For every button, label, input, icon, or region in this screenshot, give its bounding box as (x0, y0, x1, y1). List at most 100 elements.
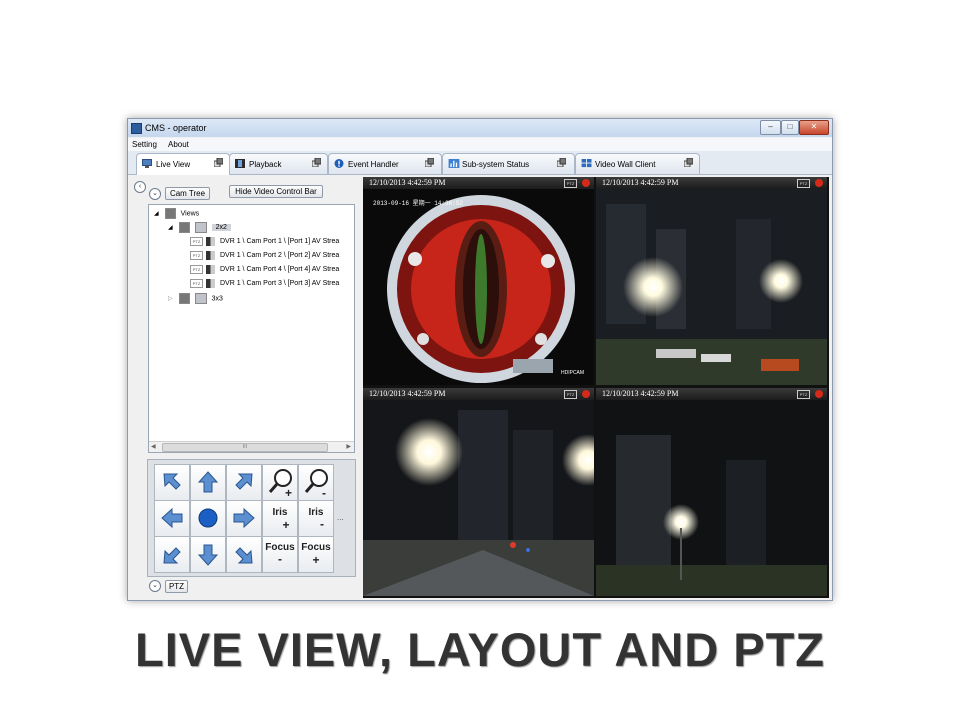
horizontal-scrollbar[interactable]: ◀ III ▶ (149, 441, 354, 452)
scroll-left-icon[interactable]: ◀ (151, 442, 156, 452)
iris-label: Iris (272, 507, 288, 518)
plus-label: + (312, 553, 320, 567)
close-button[interactable]: ✕ (799, 120, 829, 135)
bar-chart-icon (448, 159, 460, 168)
arrow-right-icon (233, 507, 255, 529)
view-icon (178, 293, 190, 304)
detach-icon[interactable] (557, 158, 566, 167)
cam-tree-button[interactable]: Cam Tree (165, 187, 210, 200)
video-timestamp: 12/10/2013 4:42:59 PM (602, 178, 679, 187)
tab-label: Video Wall Client (595, 160, 656, 169)
tab-playback[interactable]: Playback (229, 153, 328, 174)
detach-icon[interactable] (312, 158, 321, 167)
tab-subsystem-status[interactable]: Sub-system Status (442, 153, 575, 174)
pan-up-right-button[interactable] (226, 464, 262, 501)
minimize-button[interactable]: – (760, 120, 781, 135)
power-icon[interactable] (582, 179, 590, 187)
tree-label: DVR 1 \ Cam Port 1 \ [Port 1] AV Strea (220, 238, 340, 245)
arrow-up-right-icon (235, 473, 253, 490)
video-cell-header: 12/10/2013 4:42:59 PM PTZ (596, 177, 827, 189)
focus-near-button[interactable]: Focus - (262, 536, 298, 573)
scroll-right-icon[interactable]: ▶ (346, 442, 351, 452)
focus-far-button[interactable]: Focus + (298, 536, 334, 573)
expand-icon: ◢ (154, 211, 159, 218)
hide-video-control-bar-button[interactable]: Hide Video Control Bar (229, 185, 323, 198)
chevron-down-icon[interactable]: ⌄ (149, 188, 161, 200)
tree-camera-4[interactable]: PTZ DVR 1 \ Cam Port 4 \ [Port 4] AV Stre… (190, 264, 339, 276)
ptz-badge[interactable]: PTZ (797, 390, 810, 399)
ptz-section-button[interactable]: PTZ (165, 580, 188, 593)
fisheye-camera-feed (363, 189, 594, 385)
video-timestamp: 12/10/2013 4:42:59 PM (602, 389, 679, 398)
power-icon[interactable] (582, 390, 590, 398)
camera-osd-time: 2013-09-16 星期一 14:36:52 (373, 200, 464, 207)
video-cell-4[interactable]: 12/10/2013 4:42:59 PM PTZ (596, 388, 827, 596)
left-panel: ‹ ⌄ Cam Tree Hide Video Control Bar ◢ Vie… (128, 175, 362, 599)
home-dot-icon (198, 508, 218, 528)
iris-open-button[interactable]: Iris + (262, 500, 298, 537)
video-cell-header: 12/10/2013 4:42:59 PM PTZ (596, 388, 827, 400)
tab-video-wall-client[interactable]: Video Wall Client (575, 153, 700, 174)
ptz-badge[interactable]: PTZ (797, 179, 810, 188)
tree-camera-3[interactable]: PTZ DVR 1 \ Cam Port 3 \ [Port 3] AV Stre… (190, 278, 339, 290)
camera-icon (206, 278, 215, 288)
tab-live-view[interactable]: Live View (136, 153, 230, 175)
grid-2x2-icon (194, 222, 207, 233)
ptz-badge: PTZ (190, 236, 203, 246)
tilt-down-button[interactable] (190, 536, 226, 573)
cam-tree: ◢ Views ◢ 2x2 PTZ DVR 1 \ Cam Port 1 \ [Por… (148, 204, 355, 453)
expand-icon: ◢ (168, 225, 173, 232)
ptz-badge[interactable]: PTZ (564, 179, 577, 188)
arrow-left-icon (161, 507, 183, 529)
video-cell-header: 12/10/2013 4:42:59 PM PTZ (363, 177, 594, 189)
video-cell-2[interactable]: 12/10/2013 4:42:59 PM PTZ (596, 177, 827, 385)
video-cell-1[interactable]: 12/10/2013 4:42:59 PM PTZ 2013-09-16 星期一… (363, 177, 594, 385)
pan-up-left-button[interactable] (154, 464, 190, 501)
detach-icon[interactable] (684, 158, 693, 167)
ptz-home-button[interactable] (190, 500, 226, 537)
chevron-down-icon[interactable]: ⌄ (149, 580, 161, 592)
zoom-out-button[interactable]: - (298, 464, 334, 501)
pan-down-right-button[interactable] (226, 536, 262, 573)
expand-icon: ▷ (168, 296, 173, 303)
tree-camera-2[interactable]: PTZ DVR 1 \ Cam Port 2 \ [Port 2] AV Stre… (190, 250, 339, 262)
scroll-thumb[interactable]: III (162, 443, 328, 452)
detach-icon[interactable] (214, 158, 223, 167)
tree-node-3x3[interactable]: ▷ 3x3 (168, 293, 223, 305)
zoom-in-button[interactable]: + (262, 464, 298, 501)
svg-text:-: - (322, 486, 326, 500)
iris-close-button[interactable]: Iris - (298, 500, 334, 537)
power-icon[interactable] (815, 390, 823, 398)
menu-about[interactable]: About (168, 140, 189, 149)
tree-camera-1[interactable]: PTZ DVR 1 \ Cam Port 1 \ [Port 1] AV Stre… (190, 236, 339, 248)
power-icon[interactable] (815, 179, 823, 187)
video-wall-icon (581, 159, 592, 168)
tab-event-handler[interactable]: Event Handler (328, 153, 442, 174)
tab-label: Event Handler (348, 160, 399, 169)
detach-icon[interactable] (425, 158, 434, 167)
tilt-up-button[interactable] (190, 464, 226, 501)
arrow-up-left-icon (163, 473, 181, 490)
collapse-left-icon[interactable]: ‹ (134, 181, 146, 193)
ptz-badge: PTZ (190, 278, 203, 288)
cms-window: CMS - operator – □ ✕ Setting About Live … (127, 118, 833, 601)
zoom-in-icon: + (268, 469, 292, 500)
more-options-button[interactable]: ... (337, 513, 344, 522)
pan-left-button[interactable] (154, 500, 190, 537)
pan-down-left-button[interactable] (154, 536, 190, 573)
camera-osd-label: HDIPCAM (561, 370, 585, 376)
zoom-out-icon: - (304, 469, 328, 500)
ptz-badge[interactable]: PTZ (564, 390, 577, 399)
view-icon (178, 222, 190, 233)
video-cell-3[interactable]: 12/10/2013 4:42:59 PM PTZ (363, 388, 594, 596)
tree-label: DVR 1 \ Cam Port 3 \ [Port 3] AV Strea (220, 280, 340, 287)
tree-label: DVR 1 \ Cam Port 2 \ [Port 2] AV Strea (220, 252, 340, 259)
monitor-icon (142, 159, 152, 168)
tree-node-views[interactable]: ◢ Views (154, 208, 199, 220)
maximize-button[interactable]: □ (781, 120, 799, 135)
film-icon (235, 159, 245, 168)
tree-node-2x2[interactable]: ◢ 2x2 (168, 222, 231, 234)
window-title: CMS - operator (145, 123, 207, 133)
pan-right-button[interactable] (226, 500, 262, 537)
menu-setting[interactable]: Setting (132, 140, 157, 149)
